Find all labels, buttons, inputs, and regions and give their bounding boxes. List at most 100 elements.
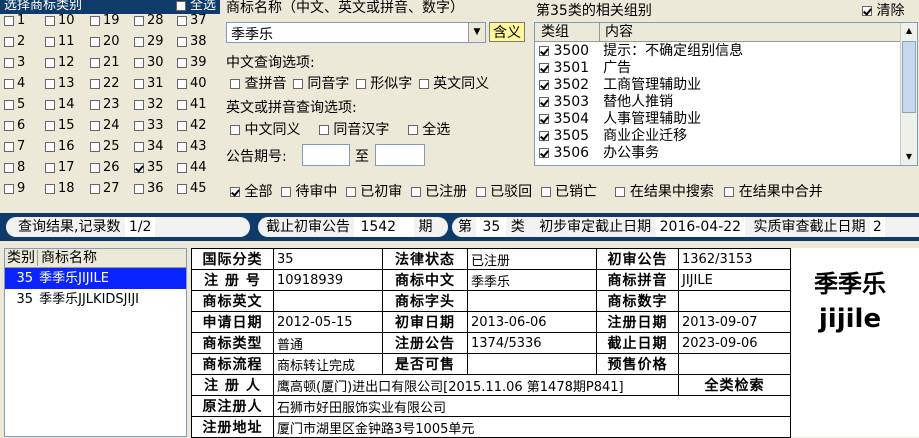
checkbox[interactable]: [90, 57, 100, 68]
checkbox[interactable]: [177, 57, 187, 68]
filter-rejected[interactable]: 已驳回: [475, 184, 532, 200]
checkbox[interactable]: [134, 36, 144, 47]
checkbox[interactable]: [90, 78, 100, 89]
group-checkbox[interactable]: [539, 114, 549, 124]
checkbox[interactable]: [4, 78, 14, 89]
filter-pending[interactable]: 待审中: [280, 184, 337, 200]
checkbox[interactable]: [134, 99, 144, 110]
class-checkbox-34[interactable]: 34: [134, 139, 164, 154]
checkbox[interactable]: [177, 141, 187, 152]
class-checkbox-3[interactable]: 3: [4, 55, 25, 70]
checkbox[interactable]: [45, 99, 55, 110]
class-checkbox-15[interactable]: 15: [45, 118, 75, 133]
group-checkbox[interactable]: [539, 148, 549, 158]
checkbox[interactable]: [134, 141, 144, 152]
group-list[interactable]: 类组 内容 3500 提示：不确定组别信息 3501 广告 3502 工商管理辅助业 …: [534, 22, 918, 166]
checkbox[interactable]: [45, 120, 55, 131]
class-checkbox-27[interactable]: 27: [90, 181, 120, 196]
checkbox[interactable]: [177, 99, 187, 110]
group-checkbox[interactable]: [539, 46, 549, 56]
class-checkbox-37[interactable]: 37: [177, 13, 207, 28]
result-list[interactable]: 类别 商标名称 35 季季乐JIJILE 35 季季乐JJLKIDSJIJI: [4, 248, 187, 437]
checkbox[interactable]: [90, 183, 100, 194]
class-checkbox-43[interactable]: 43: [177, 139, 207, 154]
class-checkbox-11[interactable]: 11: [45, 34, 75, 49]
filter-all[interactable]: 全部: [230, 184, 272, 200]
checkbox[interactable]: [45, 78, 55, 89]
group-checkbox[interactable]: [539, 97, 549, 107]
checkbox[interactable]: [45, 15, 55, 26]
en-option-select-all[interactable]: 全选: [407, 122, 450, 138]
class-checkbox-40[interactable]: 40: [177, 76, 207, 91]
checkbox[interactable]: [4, 99, 14, 110]
checkbox[interactable]: [45, 141, 55, 152]
checkbox[interactable]: [90, 120, 100, 131]
group-row[interactable]: 3506 办公事务: [539, 145, 659, 162]
checkbox[interactable]: [134, 183, 144, 194]
cn-option-similar-shape[interactable]: 形似字: [355, 76, 412, 92]
checkbox[interactable]: [90, 99, 100, 110]
search-in-results[interactable]: 在结果中搜索: [615, 184, 714, 200]
class-checkbox-35[interactable]: 35: [134, 160, 164, 175]
class-checkbox-6[interactable]: 6: [4, 118, 25, 133]
class-checkbox-36[interactable]: 36: [134, 181, 164, 196]
checkbox[interactable]: [134, 78, 144, 89]
cn-option-en-synonym[interactable]: 英文同义: [418, 76, 489, 92]
class-checkbox-19[interactable]: 19: [90, 13, 120, 28]
clear-groups[interactable]: 清除: [862, 0, 904, 20]
contain-meaning-button[interactable]: 含义: [489, 22, 525, 42]
result-row[interactable]: 35 季季乐JJLKIDSJIJI: [5, 289, 186, 310]
class-checkbox-29[interactable]: 29: [134, 34, 164, 49]
select-all-checkbox[interactable]: [175, 0, 186, 11]
checkbox[interactable]: [4, 36, 14, 47]
checkbox[interactable]: [134, 120, 144, 131]
class-checkbox-12[interactable]: 12: [45, 55, 75, 70]
class-checkbox-26[interactable]: 26: [90, 160, 120, 175]
class-checkbox-33[interactable]: 33: [134, 118, 164, 133]
checkbox[interactable]: [90, 141, 100, 152]
class-checkbox-41[interactable]: 41: [177, 97, 207, 112]
class-checkbox-23[interactable]: 23: [90, 97, 120, 112]
dropdown-arrow-icon[interactable]: ▼: [468, 23, 485, 42]
checkbox[interactable]: [177, 15, 187, 26]
checkbox[interactable]: [177, 120, 187, 131]
group-list-scrollbar[interactable]: ▲ ▼: [900, 23, 917, 165]
group-checkbox[interactable]: [539, 131, 549, 141]
class-checkbox-42[interactable]: 42: [177, 118, 207, 133]
class-checkbox-30[interactable]: 30: [134, 55, 164, 70]
class-checkbox-38[interactable]: 38: [177, 34, 207, 49]
class-checkbox-8[interactable]: 8: [4, 160, 25, 175]
group-checkbox[interactable]: [539, 80, 549, 90]
group-row[interactable]: 3503 替他人推销: [539, 94, 673, 111]
class-checkbox-20[interactable]: 20: [90, 34, 120, 49]
class-checkbox-32[interactable]: 32: [134, 97, 164, 112]
filter-cancelled[interactable]: 已销亡: [540, 184, 597, 200]
class-checkbox-24[interactable]: 24: [90, 118, 120, 133]
full-class-search-button[interactable]: 全类检索: [678, 374, 791, 396]
merge-in-results[interactable]: 在结果中合并: [724, 184, 823, 200]
announcement-from-input[interactable]: [302, 144, 350, 166]
checkbox[interactable]: [90, 162, 100, 173]
checkbox[interactable]: [45, 36, 55, 47]
cn-option-pinyin[interactable]: 查拼音: [230, 76, 286, 92]
checkbox[interactable]: [4, 120, 14, 131]
clear-checkbox[interactable]: [862, 6, 872, 16]
checkbox[interactable]: [134, 57, 144, 68]
class-checkbox-39[interactable]: 39: [177, 55, 207, 70]
class-checkbox-7[interactable]: 7: [4, 139, 25, 154]
name-search-combobox[interactable]: 季季乐 ▼: [226, 22, 486, 43]
name-search-input[interactable]: 季季乐: [231, 24, 273, 44]
group-row[interactable]: 3501 广告: [539, 60, 631, 77]
checkbox[interactable]: [45, 57, 55, 68]
class-checkbox-10[interactable]: 10: [45, 13, 75, 28]
checkbox[interactable]: [4, 162, 14, 173]
class-checkbox-22[interactable]: 22: [90, 76, 120, 91]
class-checkbox-45[interactable]: 45: [177, 181, 207, 196]
scroll-down-icon[interactable]: ▼: [901, 149, 917, 165]
checkbox[interactable]: [177, 162, 187, 173]
checkbox[interactable]: [134, 15, 144, 26]
class-checkbox-18[interactable]: 18: [45, 181, 75, 196]
en-option-homophone-chars[interactable]: 同音汉字: [318, 122, 389, 138]
checkbox[interactable]: [4, 141, 14, 152]
cn-option-homophone[interactable]: 同音字: [292, 76, 349, 92]
